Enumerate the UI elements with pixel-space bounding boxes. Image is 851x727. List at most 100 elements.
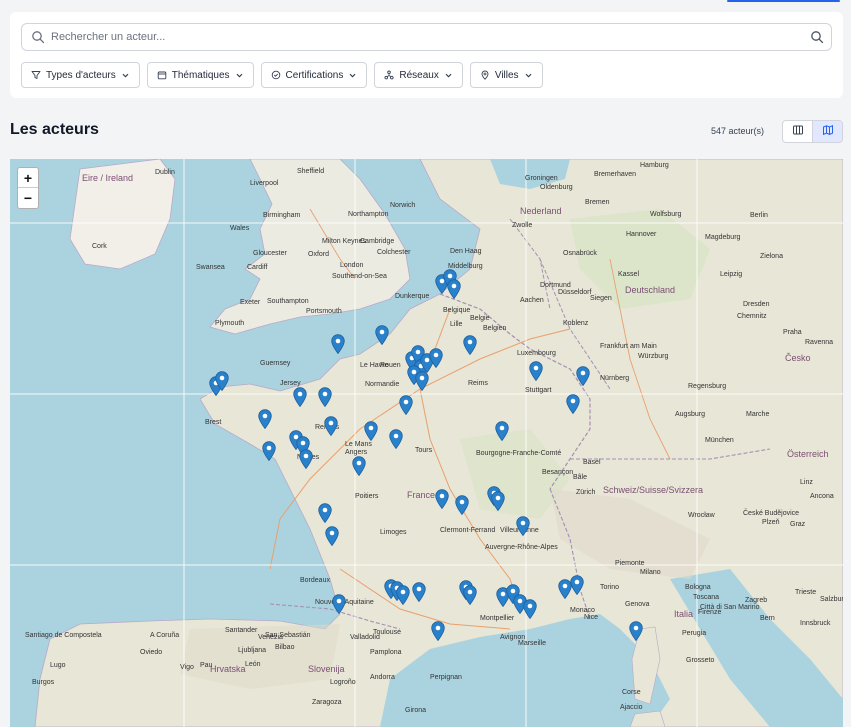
map-label: Dresden: [743, 301, 770, 308]
filter-panel: Types d'acteurs Thématiques Certificatio…: [10, 12, 843, 98]
actor-marker-icon[interactable]: [364, 421, 378, 442]
map-label: Schweiz/Suisse/Svizzera: [603, 485, 704, 495]
map-label: Lille: [450, 321, 463, 328]
map-view-button[interactable]: [812, 121, 842, 142]
actor-marker-icon[interactable]: [447, 279, 461, 300]
actor-marker-icon[interactable]: [389, 429, 403, 450]
map-label: Oldenburg: [540, 184, 573, 191]
map-label: Milton Keynes: [322, 238, 366, 245]
filter-types-button[interactable]: Types d'acteurs: [21, 62, 140, 88]
map-label: Dublin: [155, 169, 175, 176]
actor-marker-icon[interactable]: [352, 456, 366, 477]
actor-marker-icon[interactable]: [399, 395, 413, 416]
actor-marker-icon[interactable]: [523, 599, 537, 620]
search-input[interactable]: [51, 31, 810, 43]
actor-marker-icon[interactable]: [324, 416, 338, 437]
map-label: Aachen: [520, 297, 544, 304]
actor-marker-icon[interactable]: [463, 585, 477, 606]
zoom-in-button[interactable]: +: [18, 168, 38, 188]
actor-marker-icon[interactable]: [396, 585, 410, 606]
map-label: Normandie: [365, 381, 400, 388]
filter-villes-label: Villes: [494, 69, 519, 81]
map-label: Linz: [800, 479, 813, 486]
actor-marker-icon[interactable]: [262, 441, 276, 462]
actor-marker-icon[interactable]: [491, 491, 505, 512]
map-label: Birmingham: [263, 212, 301, 219]
map-label: Brest: [205, 419, 222, 426]
network-icon: [384, 70, 394, 80]
actor-marker-icon[interactable]: [570, 575, 584, 596]
actor-marker-icon[interactable]: [318, 387, 332, 408]
search-box[interactable]: [21, 23, 832, 51]
map-label: Clermont-Ferrand: [440, 527, 496, 534]
actors-map[interactable]: + − Eire / Ireland Dublin Cork Liverpool She…: [10, 159, 843, 727]
actor-marker-icon[interactable]: [516, 516, 530, 537]
map-label: Italia: [674, 609, 694, 619]
actor-marker-icon[interactable]: [318, 503, 332, 524]
map-label: Belgien: [483, 325, 507, 332]
actor-marker-icon[interactable]: [429, 348, 443, 369]
filter-certifications-button[interactable]: Certifications: [260, 62, 368, 88]
actor-marker-icon[interactable]: [566, 394, 580, 415]
filter-types-label: Types d'acteurs: [46, 69, 116, 81]
calendar-icon: [157, 70, 167, 80]
map-label: Regensburg: [688, 383, 727, 390]
zoom-out-button[interactable]: −: [18, 188, 38, 208]
map-label: Andorra: [370, 674, 395, 681]
actor-marker-icon[interactable]: [431, 621, 445, 642]
actor-marker-icon[interactable]: [463, 335, 477, 356]
map-label: Zwolle: [512, 222, 533, 229]
map-label: Limoges: [380, 529, 407, 536]
actor-marker-icon[interactable]: [529, 361, 543, 382]
map-label: Bologna: [685, 584, 711, 591]
actor-marker-icon[interactable]: [293, 387, 307, 408]
map-label: Plzeň: [762, 519, 780, 526]
map-label: Hannover: [626, 231, 657, 238]
map-label: Sheffield: [297, 168, 325, 175]
map-label: Wrocław: [688, 512, 715, 519]
map-label: Siegen: [590, 295, 612, 302]
map-label: León: [245, 661, 261, 668]
filter-villes-button[interactable]: Villes: [469, 62, 543, 88]
search-icon: [31, 30, 45, 44]
map-label: Deutschland: [625, 285, 676, 295]
map-label: Augsburg: [675, 411, 705, 418]
actor-marker-icon[interactable]: [495, 421, 509, 442]
map-label: České Budějovice: [743, 510, 800, 517]
map-label: Poitiers: [355, 493, 379, 500]
search-submit-icon[interactable]: [810, 30, 824, 44]
map-label: Slovenija: [308, 664, 345, 674]
map-label: Bâle: [573, 474, 588, 481]
map-label: Bourgogne-Franche-Comté: [476, 450, 562, 457]
map-label: Ljubljana: [238, 647, 267, 654]
actor-marker-icon[interactable]: [331, 334, 345, 355]
filter-thematiques-button[interactable]: Thématiques: [146, 62, 254, 88]
map-label: Northampton: [348, 211, 389, 218]
actor-marker-icon[interactable]: [435, 489, 449, 510]
actor-marker-icon[interactable]: [455, 495, 469, 516]
grid-view-button[interactable]: [783, 121, 812, 142]
filter-reseaux-button[interactable]: Réseaux: [374, 62, 463, 88]
map-label: Perugia: [682, 630, 707, 637]
map-label: Swansea: [196, 264, 225, 271]
actor-marker-icon[interactable]: [415, 371, 429, 392]
actor-marker-icon[interactable]: [215, 371, 229, 392]
actor-marker-icon[interactable]: [325, 526, 339, 547]
map-label: Guernsey: [260, 360, 291, 367]
actor-marker-icon[interactable]: [258, 409, 272, 430]
map-label: Dunkerque: [395, 293, 430, 300]
map-label: Besançon: [542, 469, 574, 476]
map-label: Zagreb: [745, 597, 768, 604]
map-label: Bilbao: [275, 644, 295, 651]
actor-marker-icon[interactable]: [299, 449, 313, 470]
chevron-down-icon: [524, 71, 533, 80]
map-label: Zielona: [760, 253, 783, 260]
map-label: Ajaccio: [620, 704, 643, 711]
actor-marker-icon[interactable]: [412, 582, 426, 603]
actor-marker-icon[interactable]: [375, 325, 389, 346]
actor-marker-icon[interactable]: [629, 621, 643, 642]
actor-marker-icon[interactable]: [332, 594, 346, 615]
map-label: België: [470, 315, 490, 322]
actor-marker-icon[interactable]: [576, 366, 590, 387]
map-label: Österreich: [787, 449, 829, 459]
